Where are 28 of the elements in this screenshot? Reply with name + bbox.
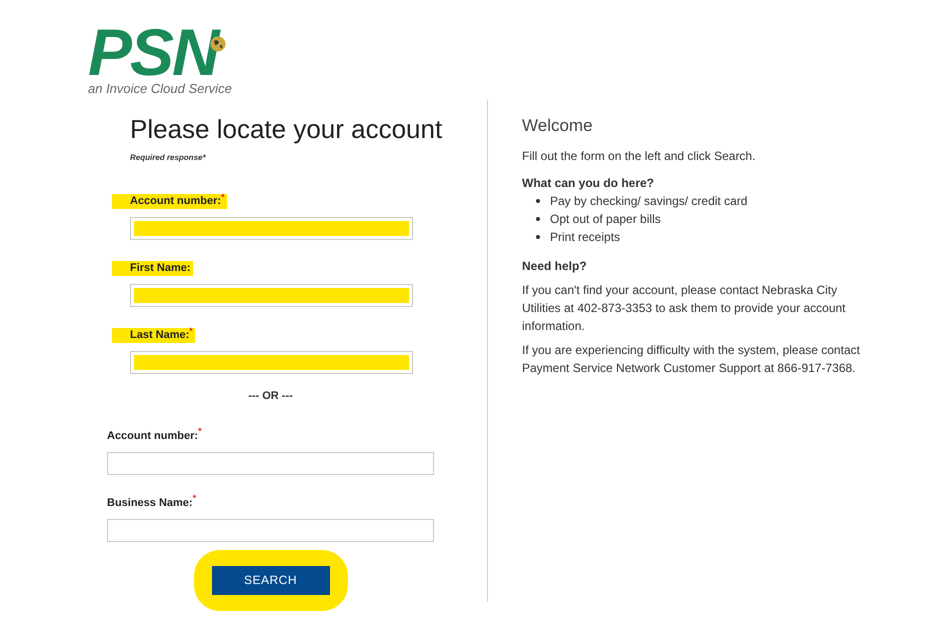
help-paragraph: If you can't find your account, please contact Nebraska City Utilities at 402-873-3353 to ask them to provide your account information. xyxy=(522,282,847,335)
field-label: Account number:$^{*}$ xyxy=(112,194,227,209)
logo-wordmark: PSN xyxy=(88,22,218,82)
text-field[interactable] xyxy=(130,351,413,374)
page-heading: Please locate your account xyxy=(130,114,444,144)
field-label: Business Name:$^{*}$ xyxy=(107,496,196,510)
bullet-icon xyxy=(536,235,540,239)
help-paragraph: If you are experiencing difficulty with the system, please contact Payment Service Network Customer Support at 866-917-7368. xyxy=(522,342,861,377)
list-item: Pay by checking/ savings/ credit card xyxy=(550,193,748,210)
field-label: Last Name:$^{*}$ xyxy=(112,328,195,343)
section-heading: Need help? xyxy=(522,258,588,275)
field-label: Account number:$^{*}$ xyxy=(107,428,202,444)
bullet-icon xyxy=(536,199,540,203)
list-item: Print receipts xyxy=(550,229,620,246)
text-field[interactable] xyxy=(107,518,434,542)
required-note: Required response* xyxy=(130,152,207,164)
text-field[interactable] xyxy=(130,217,413,240)
text-field[interactable] xyxy=(130,284,413,307)
intro-text: Fill out the form on the left and click Search. xyxy=(522,148,756,165)
welcome-title: Welcome xyxy=(522,115,594,137)
text-field[interactable] xyxy=(107,452,434,474)
bullet-icon xyxy=(536,217,540,221)
logo-tagline: an Invoice Cloud Service xyxy=(88,82,232,96)
or-separator: --- OR --- xyxy=(248,389,293,404)
field-label: First Name: xyxy=(112,261,193,276)
list-item: Opt out of paper bills xyxy=(550,211,661,228)
search-button[interactable]: SEARCH xyxy=(212,566,330,594)
section-heading: What can you do here? xyxy=(522,175,656,192)
